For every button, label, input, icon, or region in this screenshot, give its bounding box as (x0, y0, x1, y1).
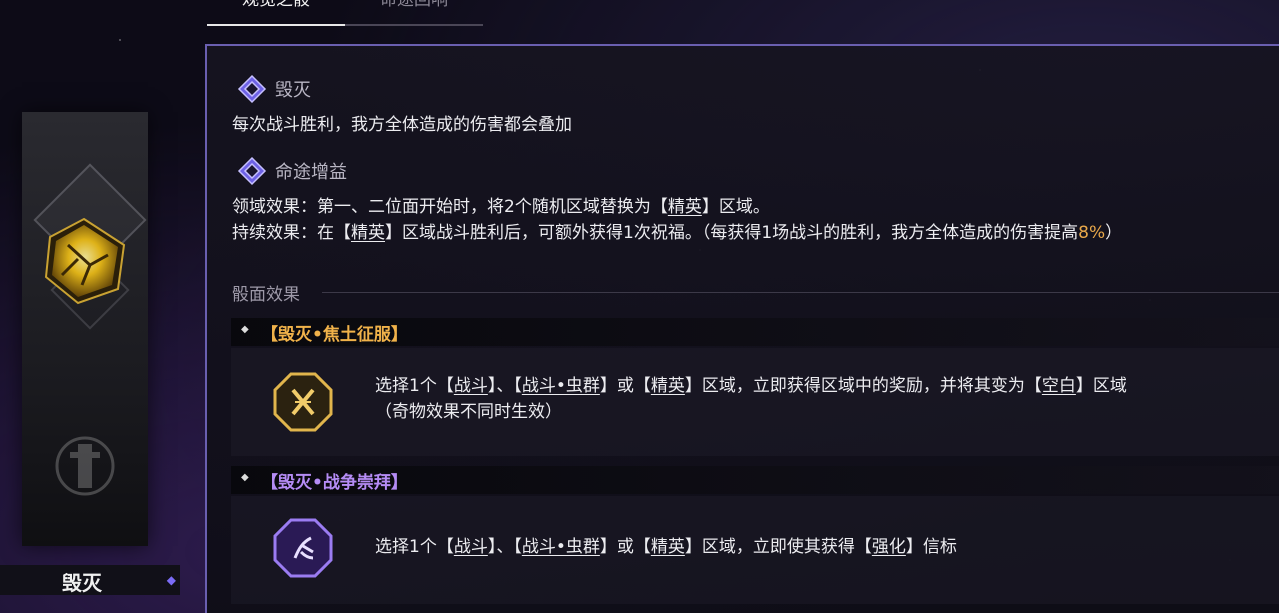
continuous-effect-text: 持续效果：在【精英】区域战斗胜利后，可额外获得1次祝福。（每获得1场战斗的胜利，… (232, 223, 1123, 243)
keyword-battle-swarm[interactable]: 战斗•虫群 (522, 537, 600, 557)
keyword-battle[interactable]: 战斗 (454, 537, 488, 557)
tab-path-echo[interactable]: 命途回响 (345, 0, 483, 26)
selected-indicator-icon: ◆ (166, 573, 176, 587)
domain-effect-text: 领域效果：第一、二位面开始时，将2个随机区域替换为【精英】区域。 (232, 197, 770, 217)
dice-face-note: （奇物效果不同时生效） (375, 402, 562, 422)
dice-face-name: 【毁灭•战争崇拜】 (261, 473, 408, 493)
dice-face-header-1: ◆ 【毁灭•焦土征服】 (231, 318, 1279, 346)
dice-faces-label: 骰面效果 (232, 285, 300, 305)
bullet-icon: ◆ (241, 472, 249, 483)
elite-keyword[interactable]: 精英 (351, 223, 385, 243)
golden-dice-icon (44, 217, 126, 305)
keyword-elite[interactable]: 精英 (651, 537, 685, 557)
path-emblem-icon (55, 436, 115, 496)
dice-face-name: 【毁灭•焦土征服】 (261, 325, 408, 345)
keyword-enhance[interactable]: 强化 (872, 537, 906, 557)
dice-face-body-1: 选择1个【战斗】、【战斗•虫群】或【精英】区域，立即获得区域中的奖励，并将其变为… (231, 348, 1279, 456)
dice-face-description: 选择1个【战斗】、【战斗•虫群】或【精英】区域，立即使其获得【强化】信标 (375, 537, 957, 557)
dice-face-body-2: 选择1个【战斗】、【战斗•虫群】或【精英】区域，立即使其获得【强化】信标 (231, 496, 1279, 604)
keyword-blank[interactable]: 空白 (1042, 376, 1076, 396)
section-divider (322, 292, 1279, 293)
dice-face-description: 选择1个【战斗】、【战斗•虫群】或【精英】区域，立即获得区域中的奖励，并将其变为… (375, 373, 1127, 425)
dice-face-header-2: ◆ 【毁灭•战争崇拜】 (231, 466, 1279, 494)
buff-header: 命途增益 (237, 156, 347, 186)
buff-title: 命途增益 (275, 162, 347, 183)
path-description: 每次战斗胜利，我方全体造成的伤害都会叠加 (232, 115, 572, 135)
keyword-elite[interactable]: 精英 (651, 376, 685, 396)
path-header: 毁灭 (237, 74, 311, 104)
details-panel: 毁灭 每次战斗胜利，我方全体造成的伤害都会叠加 命途增益 领域效果：第一、二位面… (205, 44, 1279, 613)
keyword-battle-swarm[interactable]: 战斗•虫群 (522, 376, 600, 396)
destruction-path-icon (237, 74, 267, 104)
keyword-battle[interactable]: 战斗 (454, 376, 488, 396)
sidebar-path-name: 毁灭 ◆ (0, 565, 180, 595)
tab-dice-overview[interactable]: 观览之骰 (207, 0, 345, 26)
bullet-icon: ◆ (241, 324, 249, 335)
path-buff-icon (237, 156, 267, 186)
damage-bonus-value: 8% (1078, 223, 1106, 243)
elite-keyword[interactable]: 精英 (668, 197, 702, 217)
path-title: 毁灭 (275, 80, 311, 101)
purple-octagon-scythe-icon (273, 518, 333, 578)
tab-bar: 观览之骰 命途回响 (207, 0, 483, 26)
golden-octagon-x-icon (273, 372, 333, 432)
